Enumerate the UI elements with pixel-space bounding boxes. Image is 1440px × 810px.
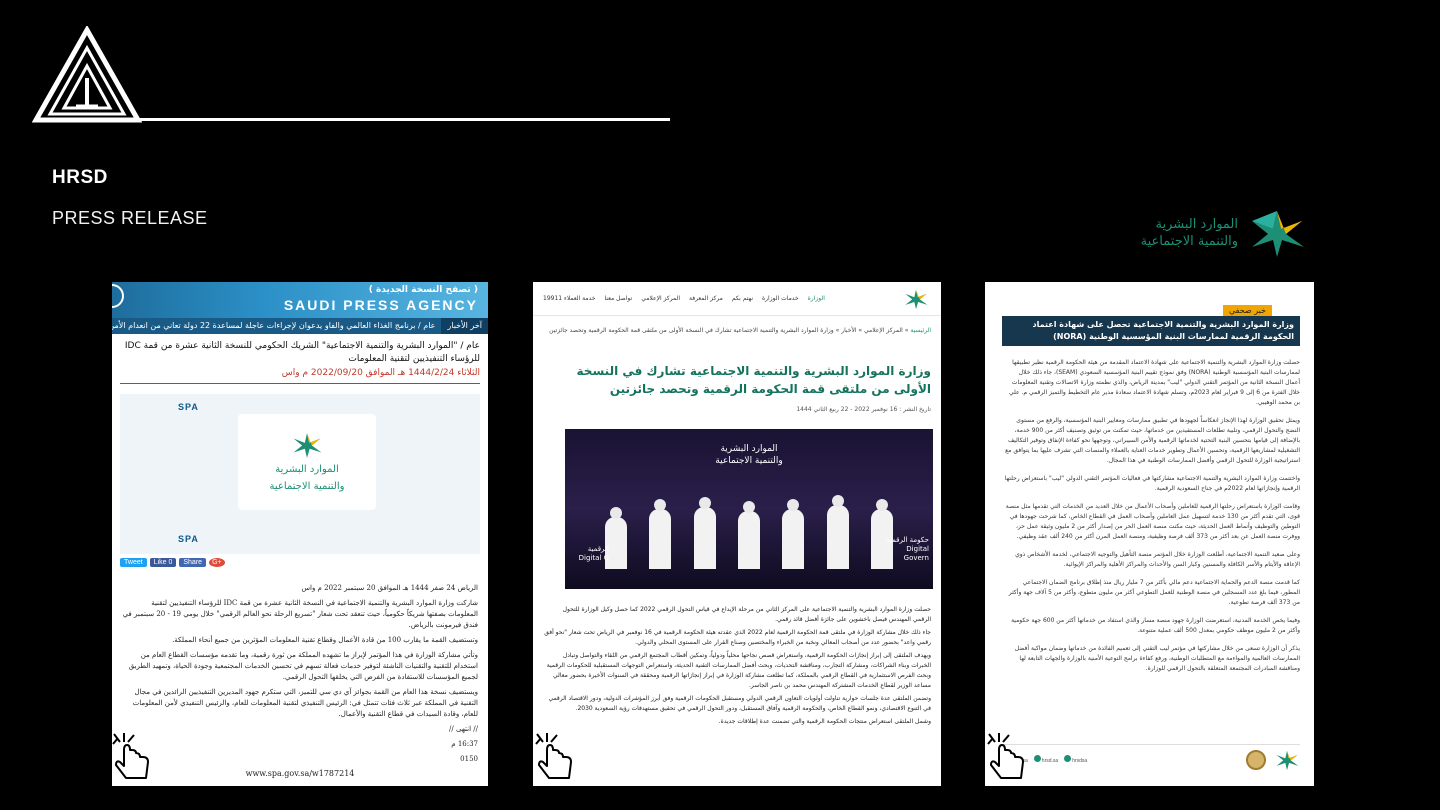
hand-pointer-icon[interactable] — [533, 732, 577, 782]
body-end: // انتهى // — [449, 725, 478, 733]
site-menu: الوزارة خدمات الوزارة نهتم بكم مركز المع… — [543, 295, 825, 302]
screen-logo-line-2: والتنمية الاجتماعية — [715, 456, 783, 466]
ministry-name-line-1: الموارد البشرية — [1155, 217, 1238, 232]
seal-icon — [1246, 749, 1266, 770]
person-figure — [782, 499, 805, 569]
nav-item-customer-service[interactable]: خدمة العملاء 19911 — [543, 295, 595, 302]
triangle-logo-icon — [32, 26, 142, 123]
image-logo-line-1: الموارد البشرية — [275, 464, 339, 475]
google-plus-button[interactable]: G+ — [209, 558, 225, 567]
person-figure — [826, 495, 849, 569]
social-handle[interactable]: hrsd.sa — [1033, 755, 1059, 764]
screen-logo-line-1: الموارد البشرية — [720, 444, 778, 454]
hand-pointer-icon[interactable] — [985, 732, 1029, 782]
news-ticker: آخر الأخبار عام / برنامج الغذاء العالمي … — [112, 318, 488, 334]
screen-logo: الموارد البشرية والتنمية الاجتماعية — [715, 443, 782, 467]
body-paragraph: وتأتي مشاركة الوزارة في هذا المؤتمر لإبر… — [128, 651, 478, 681]
hrsd-star-icon — [1252, 211, 1304, 257]
image-logo-line-2: والتنمية الاجتماعية — [269, 481, 345, 492]
photo-label-right: حكومة الرقمية Digital Govern — [886, 536, 929, 562]
nav-item-care[interactable]: نهتم بكم — [732, 295, 753, 302]
nav-item-media[interactable]: المركز الإعلامي — [641, 295, 680, 302]
release-body: حصلت وزارة الموارد البشرية والتنمية الاج… — [1002, 358, 1300, 682]
spa-circle-icon — [112, 284, 124, 308]
spa-header: ( تصفح النسخة الجديدة ) SAUDI PRESS AGEN… — [112, 282, 488, 318]
press-card-hrsd-site[interactable]: الوزارة خدمات الوزارة نهتم بكم مركز المع… — [533, 282, 941, 786]
publish-date: تاريخ النشر : 16 نوفمبر 2022 - 22 ربيع ا… — [796, 406, 931, 413]
article-date: الثلاثاء 1444/2/24 هـ الموافق 2022/09/20… — [281, 368, 480, 378]
ministry-logo: الموارد البشرية والتنمية الاجتماعية — [1141, 207, 1308, 259]
site-nav: الوزارة خدمات الوزارة نهتم بكم مركز المع… — [533, 282, 941, 316]
body-paragraph: حصلت وزارة الموارد البشرية والتنمية الاج… — [1008, 359, 1300, 406]
event-photo: الموارد البشرية والتنمية الاجتماعية حكوم… — [565, 429, 933, 589]
nav-item-contact[interactable]: تواصل معنا — [604, 295, 632, 302]
breadcrumb-home[interactable]: الرئيسية — [910, 327, 931, 334]
person-figure — [649, 499, 672, 569]
body-paragraph: ويستضيف نسخة هذا العام من القمة بجوائز آ… — [132, 688, 478, 718]
like-button[interactable]: Like 0 — [149, 558, 177, 567]
body-paragraph: ويمثل تحقيق الوزارة لهذا الإنجاز انعكاسا… — [1005, 417, 1300, 464]
person-figure — [737, 501, 760, 569]
header-divider — [118, 118, 670, 121]
press-card-nora[interactable]: خبر صحفي وزارة الموارد البشرية والتنمية … — [985, 282, 1314, 786]
article-headline: عام / "الموارد البشرية والتنمية الاجتماع… — [124, 341, 480, 364]
photo-label-left: الرقمية Digital G — [578, 545, 609, 562]
hrsd-star-icon — [1276, 750, 1299, 770]
breadcrumb-path: » المركز الإعلامي » الأخبار » وزارة المو… — [549, 327, 909, 334]
hrsd-star-icon — [293, 433, 322, 458]
share-bar: Tweet Like 0 Share G+ — [112, 554, 488, 571]
release-footer: hrsd_sa hrsd.sa hrsdsa — [1002, 744, 1300, 774]
ministry-name-line-2: والتنمية الاجتماعية — [1140, 234, 1238, 249]
nav-item-services[interactable]: خدمات الوزارة — [762, 295, 799, 302]
spa-label-top: SPA — [178, 402, 199, 412]
nav-item-ministry[interactable]: الوزارة — [808, 295, 825, 302]
body-paragraph: جاء ذلك خلال مشاركة الوزارة في ملتقى قمة… — [544, 629, 931, 646]
article-url[interactable]: www.spa.gov.sa/w1787214 — [112, 769, 488, 778]
article-title: وزارة الموارد البشرية والتنمية الاجتماعي… — [576, 364, 931, 396]
footer-logos — [1246, 749, 1300, 771]
body-paragraph: وفيما يخص الخدمة المدنية، استعرضت الوزار… — [1011, 617, 1300, 634]
release-title: وزارة الموارد البشرية والتنمية الاجتماعي… — [1002, 316, 1300, 346]
nav-item-knowledge[interactable]: مركز المعرفة — [689, 295, 723, 302]
body-paragraph: يذكر أن الوزارة تسعى من خلال مشاركتها في… — [1014, 645, 1300, 672]
spa-new-version-link[interactable]: ( تصفح النسخة الجديدة ) — [369, 285, 478, 295]
person-figure — [693, 497, 716, 569]
hand-pointer-icon[interactable] — [110, 732, 154, 782]
share-button[interactable]: Share — [179, 558, 207, 567]
spa-label-bottom: SPA — [178, 534, 199, 544]
spa-agency-name: SAUDI PRESS AGENCY — [283, 297, 478, 313]
body-paragraph: وتضمن الملتقى عدة جلسات حوارية تناولت أو… — [548, 695, 931, 712]
image-ministry-logo: الموارد البشرية والتنمية الاجتماعية — [238, 414, 376, 510]
article-body: الرياض 24 صفر 1444 هـ الموافق 20 سبتمبر … — [112, 571, 488, 765]
ticker-text[interactable]: عام / برنامج الغذاء العالمي والفاو يدعوا… — [112, 318, 441, 334]
body-paragraph: وتستضيف القمة ما يقارب 100 من قادة الأعم… — [172, 636, 478, 644]
ticker-label: آخر الأخبار — [441, 318, 488, 334]
body-paragraph: وعلى صعيد التنمية الاجتماعية، أطلعت الوز… — [1015, 551, 1300, 568]
social-handle[interactable]: hrsdsa — [1064, 755, 1087, 764]
article-image: SPA الموارد البشرية والتنمية الاجتماعية … — [120, 394, 480, 554]
body-code: 0150 — [460, 755, 478, 763]
handle-text: hrsdsa — [1072, 758, 1088, 764]
press-card-spa[interactable]: ( تصفح النسخة الجديدة ) SAUDI PRESS AGEN… — [112, 282, 488, 786]
article-body: حصلت وزارة الموارد البشرية والتنمية الاج… — [533, 589, 941, 727]
breadcrumb: الرئيسية » المركز الإعلامي » الأخبار » و… — [533, 316, 941, 334]
body-time: 16:37 م — [451, 740, 478, 748]
press-tag: خبر صحفي — [1223, 305, 1272, 316]
handle-text: hrsd.sa — [1041, 758, 1059, 764]
brand-title: HRSD — [52, 167, 108, 188]
body-paragraph: الرياض 24 صفر 1444 هـ الموافق 20 سبتمبر … — [301, 584, 478, 592]
body-paragraph: كما قدمت منصة الدعم والحماية الاجتماعية … — [1008, 579, 1300, 606]
body-paragraph: حصلت وزارة الموارد البشرية والتنمية الاج… — [562, 606, 931, 623]
headline-divider — [120, 383, 480, 384]
section-subtitle: PRESS RELEASE — [52, 208, 208, 228]
body-paragraph: وشمل الملتقى استعراض منتجات الحكومة الرق… — [718, 718, 931, 725]
people-group — [605, 491, 893, 569]
body-paragraph: واختتمت وزارة الموارد البشرية والتنمية ا… — [1004, 475, 1300, 492]
body-paragraph: ويهدف الملتقى إلى إبراز إنجازات الحكومة … — [546, 652, 931, 689]
body-paragraph: شاركت وزارة الموارد البشرية والتنمية الا… — [122, 599, 478, 629]
body-paragraph: وقامت الوزارة باستعراض رحلتها الرقمية لل… — [1005, 503, 1300, 540]
tweet-button[interactable]: Tweet — [120, 558, 147, 567]
hrsd-star-icon[interactable] — [901, 288, 931, 310]
